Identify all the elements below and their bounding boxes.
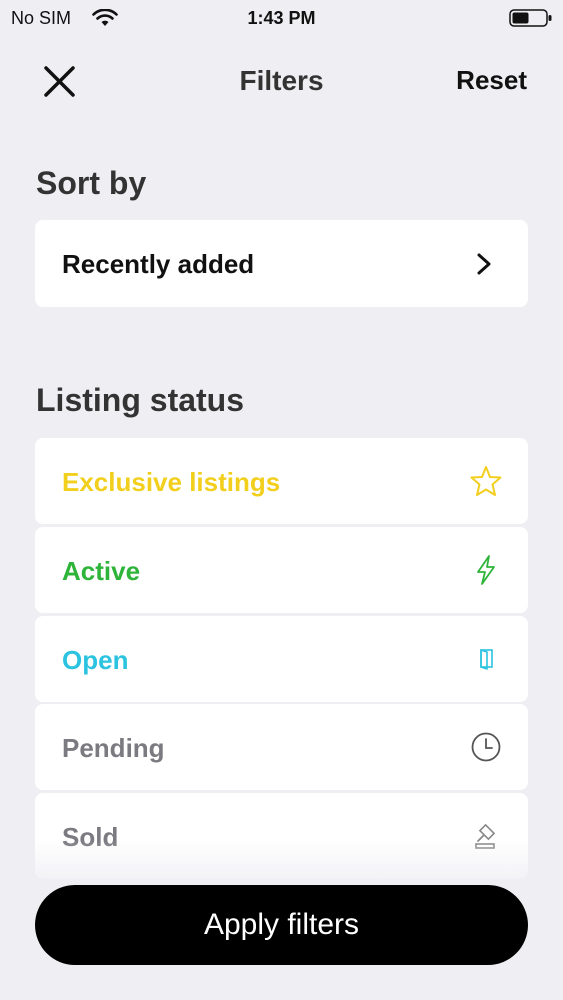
status-option-label: Pending xyxy=(62,733,165,763)
clock-time: 1:43 PM xyxy=(247,8,316,28)
status-option-exclusive[interactable]: Exclusive listings xyxy=(35,438,528,524)
lightning-icon xyxy=(470,554,502,586)
status-option-label: Active xyxy=(62,556,141,586)
star-icon xyxy=(470,465,502,497)
status-option-open[interactable]: Open xyxy=(35,616,528,702)
sort-by-value: Recently added xyxy=(62,249,255,279)
door-icon xyxy=(470,643,502,675)
reset-button[interactable]: Reset xyxy=(456,65,527,96)
status-option-label: Exclusive listings xyxy=(62,467,281,497)
status-bar: No SIM 1:43 PM xyxy=(0,0,563,36)
sort-by-heading: Sort by xyxy=(36,165,147,201)
apply-filters-button[interactable]: Apply filters xyxy=(35,885,528,965)
battery-icon xyxy=(509,9,553,27)
status-option-label: Open xyxy=(62,645,129,675)
clock-icon xyxy=(470,731,502,763)
status-option-pending[interactable]: Pending xyxy=(35,704,528,790)
chevron-right-icon xyxy=(476,252,492,281)
listing-status-heading: Listing status xyxy=(36,382,245,418)
status-option-active[interactable]: Active xyxy=(35,527,528,613)
sort-by-selector[interactable]: Recently added xyxy=(35,220,528,307)
